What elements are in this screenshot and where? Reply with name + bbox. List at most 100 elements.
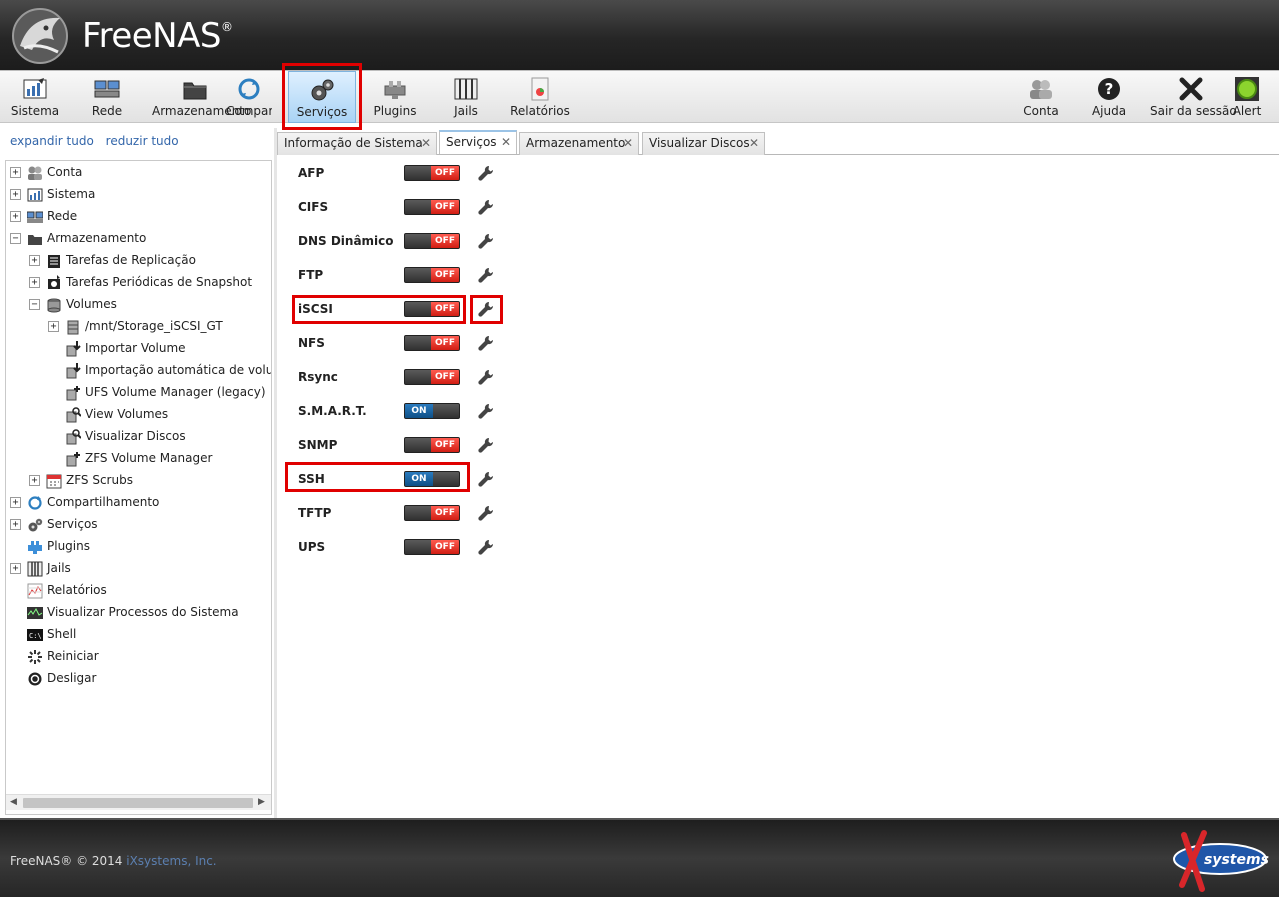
- svg-text:C:\: C:\: [29, 632, 42, 640]
- tab-visualizar-discos[interactable]: Visualizar Discos ✕: [642, 132, 765, 155]
- tree-item-compartilhamento[interactable]: + Compartilhamento: [10, 492, 159, 512]
- tree-item-desligar[interactable]: Desligar: [10, 668, 96, 688]
- wrench-icon[interactable]: [478, 403, 494, 419]
- wrench-icon[interactable]: [478, 199, 494, 215]
- tree-item-mnt-storage-iscsi-gt[interactable]: + /mnt/Storage_iSCSI_GT: [48, 316, 223, 336]
- wrench-icon[interactable]: [478, 335, 494, 351]
- tree-item-label: ZFS Scrubs: [66, 473, 133, 487]
- tree-item-conta[interactable]: + Conta: [10, 162, 82, 182]
- expand-all-link[interactable]: expandir tudo: [10, 134, 94, 148]
- tree-item-label: Volumes: [66, 297, 117, 311]
- collapse-toggle-icon[interactable]: −: [10, 233, 21, 244]
- tree-item-servi-os[interactable]: + Serviços: [10, 514, 98, 534]
- service-toggle-dns-din-mico[interactable]: OFF: [404, 233, 460, 249]
- wrench-icon[interactable]: [478, 165, 494, 181]
- close-icon[interactable]: ✕: [501, 132, 511, 153]
- tree-item-visualizar-discos[interactable]: Visualizar Discos: [48, 426, 186, 446]
- tree-item-relat-rios[interactable]: Relatórios: [10, 580, 107, 600]
- expand-toggle-icon[interactable]: +: [29, 255, 40, 266]
- service-toggle-nfs[interactable]: OFF: [404, 335, 460, 351]
- wrench-icon[interactable]: [478, 437, 494, 453]
- panel-splitter[interactable]: [274, 128, 277, 818]
- wrench-icon[interactable]: [478, 369, 494, 385]
- ixsystems-link[interactable]: iXsystems, Inc.: [126, 854, 216, 868]
- tree-item-label: Sistema: [47, 187, 96, 201]
- expand-toggle-icon[interactable]: +: [10, 167, 21, 178]
- tree-item-rede[interactable]: + Rede: [10, 206, 77, 226]
- toolbar-conta-button[interactable]: Conta: [1018, 71, 1064, 123]
- toolbar-sair-button[interactable]: Sair da sessão: [1150, 71, 1237, 123]
- expand-toggle-icon[interactable]: +: [10, 519, 21, 530]
- tree-item-zfs-volume-manager[interactable]: ZFS Volume Manager: [48, 448, 212, 468]
- wrench-icon[interactable]: [478, 267, 494, 283]
- close-icon[interactable]: ✕: [749, 133, 759, 154]
- tree-item-tarefas-de-replica-o[interactable]: + Tarefas de Replicação: [29, 250, 196, 270]
- tree-item-armazenamento[interactable]: − Armazenamento: [10, 228, 146, 248]
- tree-item-view-volumes[interactable]: View Volumes: [48, 404, 168, 424]
- tree-item-jails[interactable]: + Jails: [10, 558, 71, 578]
- wrench-icon[interactable]: [478, 301, 494, 317]
- tree-item-label: Importação automática de volume: [85, 363, 272, 377]
- wrench-icon[interactable]: [478, 539, 494, 555]
- scroll-left-arrow-icon[interactable]: ◀: [10, 797, 17, 807]
- toolbar-relatorios-button[interactable]: Relatórios: [508, 71, 572, 123]
- scroll-right-arrow-icon[interactable]: ▶: [258, 797, 265, 807]
- expand-toggle-icon[interactable]: +: [10, 563, 21, 574]
- collapse-toggle-icon[interactable]: −: [29, 299, 40, 310]
- tree-item-sistema[interactable]: + Sistema: [10, 184, 95, 204]
- toolbar-sistema-button[interactable]: Sistema: [6, 71, 64, 123]
- collapse-all-link[interactable]: reduzir tudo: [106, 134, 179, 148]
- service-toggle-snmp[interactable]: OFF: [404, 437, 460, 453]
- toolbar-jails-button[interactable]: Jails: [446, 71, 486, 123]
- toolbar-rede-button[interactable]: Rede: [86, 71, 128, 123]
- toolbar-compartilhamento-button[interactable]: Compartilhamento: [226, 71, 272, 123]
- toggle-state-label: OFF: [431, 506, 459, 520]
- service-name-iscsi: iSCSI: [298, 302, 333, 316]
- expand-toggle-icon[interactable]: +: [10, 211, 21, 222]
- expand-toggle-icon[interactable]: +: [10, 497, 21, 508]
- tree-item-label: Reiniciar: [47, 649, 99, 663]
- toolbar-servicos-button[interactable]: Serviços: [288, 71, 356, 123]
- tab-armazenamento[interactable]: Armazenamento ✕: [519, 132, 639, 155]
- tab-informacao-de-sistema[interactable]: Informação de Sistema ✕: [277, 132, 437, 155]
- tree-item-tarefas-peri-dicas-de-snapshot[interactable]: + Tarefas Periódicas de Snapshot: [29, 272, 252, 292]
- tree-horizontal-scrollbar[interactable]: ◀ ▶: [6, 794, 271, 810]
- tree-item-importar-volume[interactable]: Importar Volume: [48, 338, 186, 358]
- tree-item-zfs-scrubs[interactable]: + ZFS Scrubs: [29, 470, 133, 490]
- close-icon[interactable]: ✕: [421, 133, 431, 154]
- close-icon[interactable]: ✕: [623, 133, 633, 154]
- service-toggle-ftp[interactable]: OFF: [404, 267, 460, 283]
- service-toggle-cifs[interactable]: OFF: [404, 199, 460, 215]
- tree-item-shell[interactable]: C:\ Shell: [10, 624, 76, 644]
- tree-item-volumes[interactable]: − Volumes: [29, 294, 117, 314]
- service-toggle-rsync[interactable]: OFF: [404, 369, 460, 385]
- expand-toggle-icon[interactable]: +: [10, 189, 21, 200]
- toggle-state-label: OFF: [431, 166, 459, 180]
- expand-toggle-icon[interactable]: +: [29, 475, 40, 486]
- service-toggle-ups[interactable]: OFF: [404, 539, 460, 555]
- service-toggle-afp[interactable]: OFF: [404, 165, 460, 181]
- tree-item-label: Relatórios: [47, 583, 107, 597]
- expand-toggle-icon[interactable]: +: [48, 321, 59, 332]
- tree-item-label: Importar Volume: [85, 341, 186, 355]
- tree-item-ufs-volume-manager-legacy[interactable]: UFS Volume Manager (legacy): [48, 382, 266, 402]
- services-icon: [28, 518, 43, 531]
- service-toggle-ssh[interactable]: ON: [404, 471, 460, 487]
- service-toggle-iscsi[interactable]: OFF: [404, 301, 460, 317]
- toolbar-plugins-button[interactable]: Plugins: [370, 71, 420, 123]
- expand-toggle-icon[interactable]: +: [29, 277, 40, 288]
- service-toggle-tftp[interactable]: OFF: [404, 505, 460, 521]
- tree-item-importa-o-autom-tica-de-volume[interactable]: Importação automática de volume: [48, 360, 272, 380]
- wrench-icon[interactable]: [478, 505, 494, 521]
- tab-servicos[interactable]: Serviços ✕: [439, 130, 517, 154]
- scrollbar-thumb[interactable]: [23, 798, 253, 808]
- wrench-icon[interactable]: [478, 233, 494, 249]
- service-toggle-s-m-a-r-t[interactable]: ON: [404, 403, 460, 419]
- wrench-icon[interactable]: [478, 471, 494, 487]
- toggle-state-label: OFF: [431, 370, 459, 384]
- toolbar-ajuda-button[interactable]: ? Ajuda: [1088, 71, 1130, 123]
- toolbar-alert-button[interactable]: Alert: [1230, 71, 1264, 123]
- tree-item-plugins[interactable]: Plugins: [10, 536, 90, 556]
- tree-item-reiniciar[interactable]: Reiniciar: [10, 646, 99, 666]
- tree-item-visualizar-processos-do-sistema[interactable]: Visualizar Processos do Sistema: [10, 602, 239, 622]
